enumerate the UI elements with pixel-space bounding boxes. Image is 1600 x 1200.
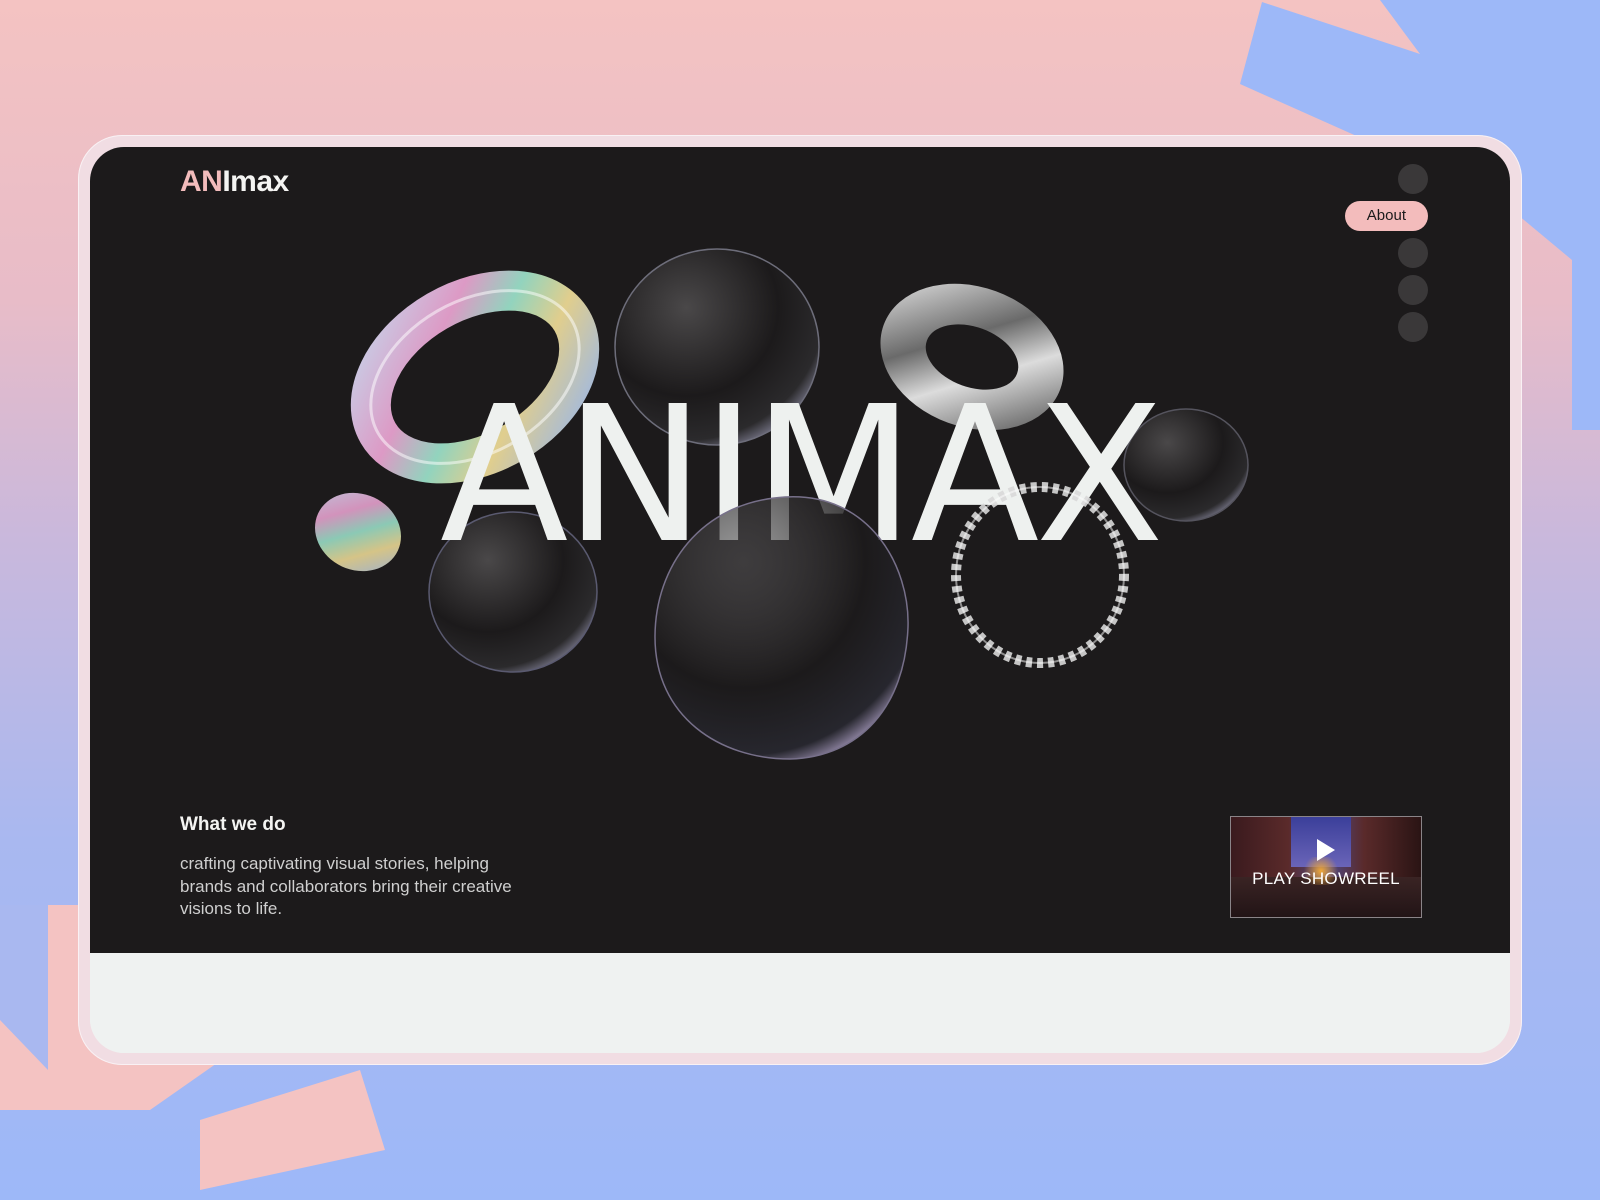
hero-title: ANIMAX	[439, 366, 1164, 585]
hero-section: ANImax About ANIMAX What we do crafting …	[90, 147, 1510, 953]
website-screen: ANImax About ANIMAX What we do crafting …	[90, 147, 1510, 1053]
bg-pink-shape-bottom	[200, 1070, 385, 1190]
light-footer-section	[90, 953, 1510, 1053]
